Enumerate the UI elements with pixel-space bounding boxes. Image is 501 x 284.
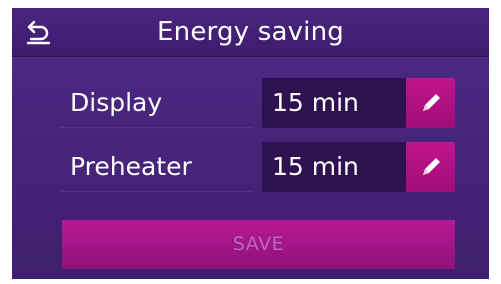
- undo-arrow-icon: [26, 20, 51, 45]
- back-button[interactable]: [22, 15, 56, 49]
- save-button[interactable]: SAVE: [62, 220, 455, 269]
- edit-display-button[interactable]: [406, 78, 455, 128]
- display-label: Display: [60, 78, 253, 128]
- display-value: 15 min: [262, 78, 407, 128]
- preheater-label: Preheater: [60, 142, 253, 192]
- pencil-icon: [422, 158, 440, 175]
- page-title: Energy saving: [157, 17, 344, 47]
- preheater-value: 15 min: [262, 142, 407, 192]
- edit-preheater-button[interactable]: [406, 142, 455, 192]
- header-bar: Energy saving: [12, 8, 489, 57]
- energy-saving-screen: Energy saving Display 15 min Preheater 1…: [12, 8, 489, 279]
- pencil-icon: [422, 94, 440, 111]
